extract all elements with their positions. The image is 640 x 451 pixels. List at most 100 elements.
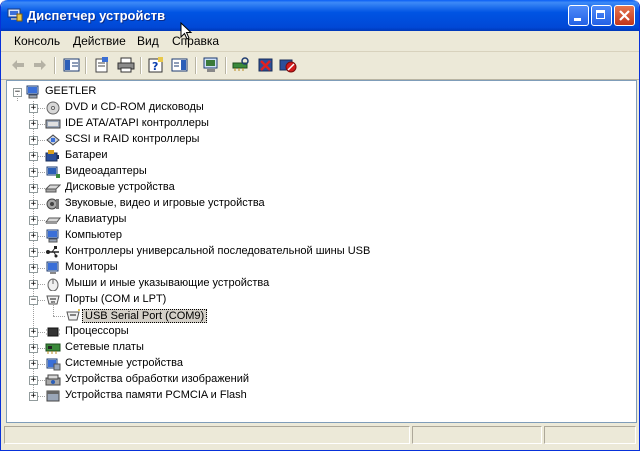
uninstall-icon[interactable] <box>257 57 275 73</box>
minimize-button[interactable] <box>568 5 589 26</box>
expand-icon[interactable]: + <box>29 264 38 273</box>
expand-icon[interactable]: + <box>29 184 38 193</box>
tree-item-label: Мыши и иные указывающие устройства <box>65 277 270 289</box>
update-driver-icon[interactable] <box>202 57 220 73</box>
tree-item-label: Компьютер <box>65 229 122 241</box>
system-device-icon <box>46 358 61 371</box>
tree-item-label: IDE ATA/ATAPI контроллеры <box>65 117 209 129</box>
back-arrow-icon[interactable] <box>9 57 27 73</box>
tree-item[interactable]: + DVD и CD-ROM дисководы <box>7 100 607 116</box>
maximize-icon <box>596 10 605 19</box>
tree-item[interactable]: + Системные устройства <box>7 356 607 372</box>
imaging-device-icon <box>45 374 61 386</box>
tree-item[interactable]: + Устройства памяти PCMCIA и Flash <box>7 388 607 404</box>
tree-item[interactable]: + Видеоадаптеры <box>7 164 607 180</box>
tree-item-label: SCSI и RAID контроллеры <box>65 133 200 145</box>
status-pane-secondary <box>412 426 542 444</box>
tree-child-item[interactable]: USB Serial Port (COM9) <box>7 308 607 324</box>
expand-icon[interactable]: + <box>29 200 38 209</box>
tree-item-label: Процессоры <box>65 325 129 337</box>
tree-item[interactable]: + Мониторы <box>7 260 607 276</box>
menu-console[interactable]: Консоль <box>14 34 60 48</box>
device-manager-window: Диспетчер устройств Консоль Действие Вид… <box>0 0 640 451</box>
svg-text:?: ? <box>152 60 158 73</box>
monitor-icon <box>46 261 59 274</box>
tree-item[interactable]: + SCSI и RAID контроллеры <box>7 132 607 148</box>
scan-hardware-icon[interactable] <box>232 57 250 73</box>
disk-drive-icon <box>45 184 61 193</box>
tree-item[interactable]: − Порты (COM и LPT) <box>7 292 607 308</box>
device-manager-icon <box>7 8 23 22</box>
tree-item-label: Системные устройства <box>65 357 184 369</box>
status-pane-tertiary <box>544 426 636 444</box>
expand-icon[interactable]: + <box>29 232 38 241</box>
action-pane-icon[interactable] <box>171 57 189 73</box>
device-tree[interactable]: − GEETLER + DVD и CD-ROM дисководы + IDE AT… <box>6 80 637 423</box>
printer-icon[interactable] <box>117 57 135 73</box>
battery-icon <box>45 150 59 162</box>
tree-item-label: DVD и CD-ROM дисководы <box>65 101 204 113</box>
tree-item[interactable]: + Батареи <box>7 148 607 164</box>
tree-item-label: Устройства обработки изображений <box>65 373 250 385</box>
tree-item[interactable]: + Контроллеры универсальной последователь… <box>7 244 607 260</box>
computer-icon <box>46 229 59 243</box>
help-icon[interactable]: ? <box>147 57 165 73</box>
expand-icon[interactable]: + <box>29 248 38 257</box>
tree-child-label: USB Serial Port (COM9) <box>82 309 208 323</box>
tree-item[interactable]: + Мыши и иные указывающие устройства <box>7 276 607 292</box>
display-adapter-icon <box>46 166 60 178</box>
expand-icon[interactable]: + <box>29 152 38 161</box>
network-card-icon <box>45 343 61 354</box>
title-bar[interactable]: Диспетчер устройств <box>1 0 639 31</box>
expand-icon[interactable]: + <box>29 328 38 337</box>
expand-icon[interactable]: + <box>29 360 38 369</box>
tree-item[interactable]: + Компьютер <box>7 228 607 244</box>
expand-icon[interactable]: + <box>29 120 38 129</box>
toolbar-separator <box>85 57 87 74</box>
expand-icon[interactable]: + <box>29 392 38 401</box>
toolbar-separator <box>195 57 197 74</box>
close-button[interactable] <box>614 5 635 26</box>
expand-icon[interactable]: + <box>29 280 38 289</box>
minimize-icon <box>574 18 581 21</box>
tree-item-label: Сетевые платы <box>65 341 144 353</box>
tree-item-label: Дисковые устройства <box>65 181 175 193</box>
tree-item[interactable]: + Устройства обработки изображений <box>7 372 607 388</box>
cdrom-icon <box>46 101 60 115</box>
mouse-cursor-icon <box>180 22 193 40</box>
pcmcia-icon <box>46 390 60 402</box>
disable-device-icon[interactable] <box>279 57 297 73</box>
console-tree-icon[interactable] <box>63 57 81 73</box>
menu-view[interactable]: Вид <box>137 34 159 48</box>
sound-icon <box>46 198 59 210</box>
expand-icon[interactable]: + <box>29 216 38 225</box>
status-bar <box>4 424 636 446</box>
tree-item[interactable]: + Дисковые устройства <box>7 180 607 196</box>
collapse-icon[interactable]: − <box>29 296 38 305</box>
tree-root[interactable]: − GEETLER <box>7 84 307 100</box>
window-title: Диспетчер устройств <box>27 8 166 23</box>
close-icon <box>619 10 630 21</box>
toolbar-separator <box>225 57 227 74</box>
menu-action[interactable]: Действие <box>73 34 126 48</box>
expand-icon[interactable]: + <box>29 168 38 177</box>
tree-root-label: GEETLER <box>45 85 97 97</box>
tree-item[interactable]: + Звуковые, видео и игровые устройства <box>7 196 607 212</box>
expand-icon[interactable]: + <box>29 344 38 353</box>
keyboard-icon <box>45 217 61 224</box>
tree-item-label: Мониторы <box>65 261 118 273</box>
expand-icon[interactable]: + <box>29 136 38 145</box>
properties-icon[interactable] <box>93 57 111 73</box>
expand-icon[interactable]: + <box>29 376 38 385</box>
tree-item[interactable]: + Сетевые платы <box>7 340 607 356</box>
forward-arrow-icon[interactable] <box>31 57 49 73</box>
maximize-button[interactable] <box>591 5 612 26</box>
expand-icon[interactable]: + <box>29 104 38 113</box>
tree-item-label: Батареи <box>65 149 108 161</box>
tree-item[interactable]: + IDE ATA/ATAPI контроллеры <box>7 116 607 132</box>
serial-port-icon <box>66 309 80 321</box>
tree-item[interactable]: + Процессоры <box>7 324 607 340</box>
tree-item[interactable]: + Клавиатуры <box>7 212 607 228</box>
processor-icon <box>46 327 60 337</box>
tree-item-label: Контроллеры универсальной последовательн… <box>65 245 371 257</box>
